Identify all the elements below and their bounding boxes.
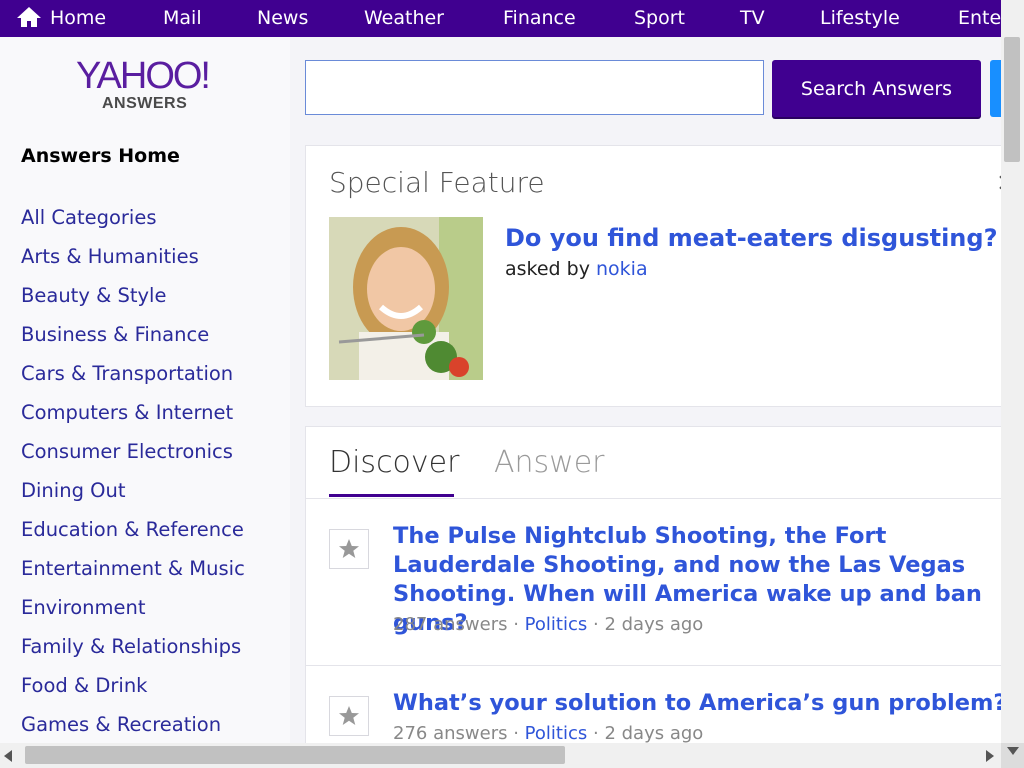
yahoo-answers-logo[interactable]: YAHOO! ANSWERS bbox=[76, 57, 226, 117]
nav-lifestyle[interactable]: Lifestyle bbox=[820, 0, 900, 37]
feature-asked-by: asked by nokia bbox=[505, 258, 648, 280]
meta-separator: · bbox=[592, 614, 599, 635]
question-meta: 276 answers · Politics · 2 days ago bbox=[393, 723, 703, 744]
question-meta: 287 answers · Politics · 2 days ago bbox=[393, 614, 703, 635]
nav-weather[interactable]: Weather bbox=[364, 0, 444, 37]
answers-home-link[interactable]: Answers Home bbox=[21, 145, 180, 167]
nav-sport[interactable]: Sport bbox=[634, 0, 685, 37]
question-category-link[interactable]: Politics bbox=[525, 614, 588, 635]
category-item[interactable]: Games & Recreation bbox=[21, 712, 245, 743]
meta-separator: · bbox=[513, 723, 519, 744]
nav-tv[interactable]: TV bbox=[740, 0, 765, 37]
category-item[interactable]: Family & Relationships bbox=[21, 634, 245, 673]
discover-card: Discover Answer The Pulse Nightclub Shoo… bbox=[305, 426, 1005, 756]
question-title-link[interactable]: What’s your solution to America’s gun pr… bbox=[393, 689, 1004, 718]
scroll-down-arrow-icon[interactable] bbox=[1007, 747, 1019, 757]
category-item[interactable]: Beauty & Style bbox=[21, 283, 245, 322]
home-icon[interactable] bbox=[16, 6, 42, 32]
search-answers-button[interactable]: Search Answers bbox=[772, 60, 981, 117]
category-item[interactable]: Education & Reference bbox=[21, 517, 245, 556]
meta-separator: · bbox=[513, 614, 519, 635]
category-item[interactable]: Food & Drink bbox=[21, 673, 245, 712]
feature-image[interactable] bbox=[329, 217, 483, 380]
category-list: All Categories Arts & Humanities Beauty … bbox=[21, 205, 245, 743]
question-category-link[interactable]: Politics bbox=[525, 723, 588, 744]
nav-entertainment[interactable]: Ente bbox=[958, 0, 1001, 37]
scroll-left-arrow-icon[interactable] bbox=[4, 750, 14, 762]
nav-mail[interactable]: Mail bbox=[163, 0, 202, 37]
asked-by-label: asked by bbox=[505, 258, 590, 280]
category-item[interactable]: Consumer Electronics bbox=[21, 439, 245, 478]
question-item: The Pulse Nightclub Shooting, the Fort L… bbox=[306, 499, 1004, 666]
tab-answer[interactable]: Answer bbox=[494, 445, 605, 480]
logo-answers-text: ANSWERS bbox=[102, 95, 188, 112]
category-item[interactable]: Entertainment & Music bbox=[21, 556, 245, 595]
asker-username-link[interactable]: nokia bbox=[596, 258, 648, 280]
category-item[interactable]: All Categories bbox=[21, 205, 245, 244]
nav-news[interactable]: News bbox=[257, 0, 308, 37]
category-item[interactable]: Cars & Transportation bbox=[21, 361, 245, 400]
sidebar: YAHOO! ANSWERS Answers Home All Categori… bbox=[0, 37, 290, 743]
meta-separator: · bbox=[592, 723, 599, 744]
feature-title: Special Feature bbox=[329, 166, 545, 199]
feature-question-link[interactable]: Do you find meat-eaters disgusting? bbox=[505, 224, 998, 252]
logo-yahoo-text: YAHOO! bbox=[76, 55, 211, 97]
special-feature-card: Special Feature × Do you find meat-eater… bbox=[305, 145, 1005, 407]
tab-discover[interactable]: Discover bbox=[329, 445, 459, 480]
search-input[interactable] bbox=[305, 60, 764, 115]
category-item[interactable]: Business & Finance bbox=[21, 322, 245, 361]
category-item[interactable]: Arts & Humanities bbox=[21, 244, 245, 283]
horizontal-scrollbar-thumb[interactable] bbox=[25, 746, 565, 764]
scroll-right-arrow-icon[interactable] bbox=[984, 750, 994, 762]
category-item[interactable]: Environment bbox=[21, 595, 245, 634]
answer-count: 287 answers bbox=[393, 614, 508, 635]
question-time: 2 days ago bbox=[604, 723, 704, 744]
nav-home[interactable]: Home bbox=[50, 0, 106, 37]
star-icon[interactable] bbox=[329, 529, 369, 569]
active-tab-indicator bbox=[329, 494, 454, 497]
vertical-scrollbar-thumb[interactable] bbox=[1004, 37, 1020, 162]
category-item[interactable]: Computers & Internet bbox=[21, 400, 245, 439]
answer-count: 276 answers bbox=[393, 723, 508, 744]
top-nav: Home Mail News Weather Finance Sport TV … bbox=[0, 0, 1001, 37]
star-icon[interactable] bbox=[329, 696, 369, 736]
category-item[interactable]: Dining Out bbox=[21, 478, 245, 517]
question-time: 2 days ago bbox=[604, 614, 704, 635]
nav-finance[interactable]: Finance bbox=[503, 0, 576, 37]
scrollbar-corner bbox=[1001, 743, 1024, 768]
